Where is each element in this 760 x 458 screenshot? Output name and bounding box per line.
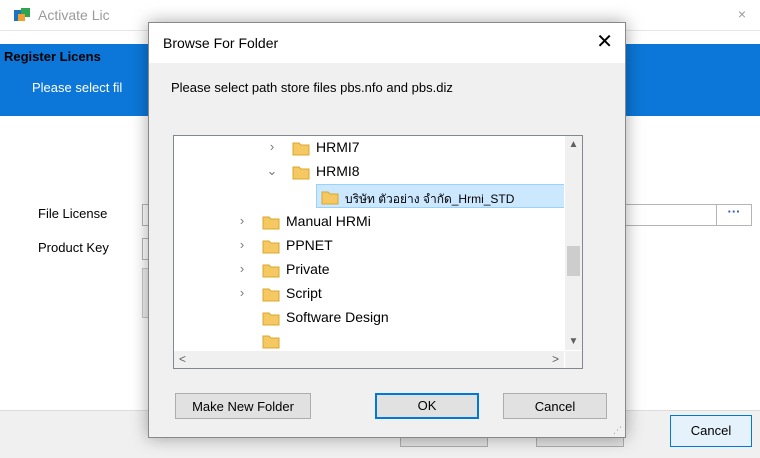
tree-item-selected-folder[interactable]: บริษัท ตัวอย่าง จำกัด_Hrmi_STD — [316, 184, 564, 208]
tree-item-manual-hrmi[interactable]: › Manual HRMi — [174, 210, 564, 234]
close-icon[interactable]: ✕ — [596, 29, 613, 54]
folder-icon — [292, 142, 310, 156]
tree-item-software-design[interactable]: Software Design — [174, 306, 564, 330]
tree-item-private[interactable]: › Private — [174, 258, 564, 282]
chevron-right-icon[interactable]: › — [236, 237, 248, 252]
folder-icon — [262, 240, 280, 254]
vertical-scroll-thumb[interactable] — [567, 246, 580, 276]
folder-icon — [262, 288, 280, 302]
tree-item-label: PPNET — [286, 237, 333, 253]
folder-tree[interactable]: › HRMI7 ⌄ HRMI8 บริษัท ตัวอย่าง จำกัด_Hr… — [173, 135, 583, 369]
activate-window-title: Activate Lic — [38, 7, 110, 23]
vertical-scrollbar[interactable]: ▲ ▼ — [565, 136, 582, 350]
folder-icon — [262, 216, 280, 230]
scroll-right-icon[interactable]: > — [547, 351, 564, 368]
activate-window-close-icon[interactable]: × — [738, 6, 746, 22]
chevron-right-icon[interactable]: › — [266, 139, 278, 154]
ok-button[interactable]: OK — [375, 393, 479, 419]
scrollbar-corner — [565, 351, 582, 368]
dialog-title: Browse For Folder — [163, 35, 279, 51]
dialog-prompt: Please select path store files pbs.nfo a… — [171, 80, 453, 95]
folder-icon — [262, 264, 280, 278]
make-new-folder-button[interactable]: Make New Folder — [175, 393, 311, 419]
browse-for-folder-dialog: Browse For Folder ✕ Please select path s… — [148, 22, 626, 438]
folder-icon — [292, 166, 310, 180]
tree-item-label: Private — [286, 261, 330, 277]
app-icon — [14, 8, 30, 21]
tree-item-label: Software Design — [286, 309, 389, 325]
tree-item-hrmi7[interactable]: › HRMI7 — [174, 136, 564, 160]
file-license-label: File License — [38, 206, 108, 221]
tree-item-label: HRMI7 — [316, 139, 360, 155]
product-key-label: Product Key — [38, 240, 109, 255]
folder-icon — [321, 191, 339, 205]
chevron-right-icon[interactable]: › — [236, 213, 248, 228]
folder-icon — [262, 335, 280, 349]
chevron-right-icon[interactable]: › — [236, 285, 248, 300]
register-license-heading: Register Licens — [4, 49, 101, 64]
folder-tree-viewport: › HRMI7 ⌄ HRMI8 บริษัท ตัวอย่าง จำกัด_Hr… — [174, 136, 564, 350]
tree-item-ppnet[interactable]: › PPNET — [174, 234, 564, 258]
folder-icon — [262, 312, 280, 326]
browse-file-button[interactable]: ··· — [716, 204, 752, 226]
tree-item-label: Manual HRMi — [286, 213, 371, 229]
tree-item-label: Script — [286, 285, 322, 301]
tree-item-script[interactable]: › Script — [174, 282, 564, 306]
scroll-down-icon[interactable]: ▼ — [565, 333, 582, 350]
resize-grip-icon[interactable]: ⋰ — [613, 425, 623, 435]
tree-item-hrmi8[interactable]: ⌄ HRMI8 — [174, 160, 564, 184]
chevron-right-icon[interactable]: › — [236, 261, 248, 276]
horizontal-scrollbar[interactable]: < > — [174, 351, 564, 368]
tree-item-label: HRMI8 — [316, 163, 360, 179]
cancel-button[interactable]: Cancel — [503, 393, 607, 419]
register-license-subtitle: Please select fil — [32, 80, 123, 95]
chevron-down-icon[interactable]: ⌄ — [266, 163, 278, 179]
scroll-up-icon[interactable]: ▲ — [565, 136, 582, 153]
scroll-left-icon[interactable]: < — [174, 351, 191, 368]
cancel-activation-button[interactable]: Cancel — [670, 415, 752, 447]
tree-item-label: บริษัท ตัวอย่าง จำกัด_Hrmi_STD — [345, 192, 515, 206]
dialog-titlebar: Browse For Folder ✕ — [149, 23, 625, 63]
